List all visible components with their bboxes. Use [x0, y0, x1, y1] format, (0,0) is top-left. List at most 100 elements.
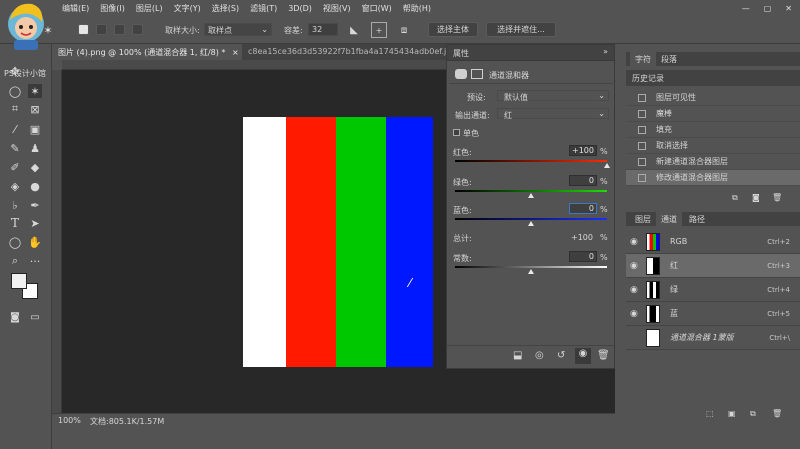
preset-dropdown[interactable]: 默认值 ⌄ [497, 90, 609, 102]
menu-help[interactable]: 帮助(H) [403, 3, 431, 14]
history-item[interactable]: 修改通道混合器图层 [626, 170, 800, 186]
dodge-tool-icon[interactable]: ♭ [8, 198, 22, 212]
minimize-icon[interactable]: — [742, 4, 750, 13]
patch-tool-icon[interactable]: ▣ [28, 122, 42, 136]
menu-type[interactable]: 文字(Y) [174, 3, 201, 14]
select-and-mask-button[interactable]: 选择并遮住... [486, 22, 556, 37]
delete-icon[interactable]: 🗑 [772, 409, 782, 418]
zoom-level[interactable]: 100% [58, 416, 81, 425]
anti-alias-icon[interactable]: ◣ [346, 22, 362, 38]
channel-row[interactable]: ◉ 红 Ctrl+3 [626, 254, 800, 278]
camera-icon[interactable]: ◙ [752, 193, 760, 202]
intersect-selection-icon[interactable] [132, 24, 143, 35]
frame-tool-icon[interactable]: ⊠ [28, 102, 42, 116]
close-icon[interactable]: ✕ [785, 4, 792, 13]
foreground-color-swatch[interactable] [11, 273, 27, 289]
lasso-tool-icon[interactable]: ◯ [8, 84, 22, 98]
menu-edit[interactable]: 编辑(E) [62, 3, 89, 14]
delete-icon[interactable]: 🗑 [597, 350, 610, 361]
menu-layer[interactable]: 图层(L) [136, 3, 163, 14]
save-selection-icon[interactable]: ▣ [728, 409, 736, 418]
channel-row[interactable]: ◉ 蓝 Ctrl+5 [626, 302, 800, 326]
eye-icon[interactable]: ◉ [630, 309, 642, 319]
zoom-tool-icon[interactable]: ⌕ [8, 254, 22, 268]
output-channel-dropdown[interactable]: 红 ⌄ [497, 108, 609, 120]
eraser-tool-icon[interactable]: ◆ [28, 160, 42, 174]
history-item[interactable]: 填充 [626, 122, 800, 138]
eye-icon[interactable]: ◉ [630, 285, 642, 295]
constant-slider-thumb[interactable] [528, 269, 534, 274]
red-slider-track[interactable] [455, 160, 607, 162]
history-item[interactable]: 取消选择 [626, 138, 800, 154]
green-slider-track[interactable] [455, 190, 607, 192]
maximize-icon[interactable]: ▢ [764, 4, 772, 13]
blue-slider-thumb[interactable] [528, 221, 534, 226]
document-size[interactable]: 文档:805.1K/1.57M [90, 416, 164, 427]
more-tools-icon[interactable]: ··· [28, 254, 42, 268]
constant-slider-track[interactable] [455, 266, 607, 268]
reset-icon[interactable]: ↺ [557, 350, 565, 361]
history-item[interactable]: 新建通道混合器图层 [626, 154, 800, 170]
tab-document-1[interactable]: 图片 (4).png @ 100% (通道混合器 1, 红/8) * × [52, 44, 242, 60]
select-subject-button[interactable]: 选择主体 [428, 22, 478, 37]
delete-icon[interactable]: 🗑 [772, 193, 782, 202]
history-item[interactable]: 图层可见性 [626, 90, 800, 106]
blue-input[interactable]: 0 [569, 203, 597, 214]
magic-wand-icon[interactable]: ✶ [28, 84, 42, 98]
mask-icon[interactable] [471, 69, 483, 79]
history-item[interactable]: 魔棒 [626, 106, 800, 122]
new-document-icon[interactable]: ⧉ [732, 193, 738, 203]
new-channel-icon[interactable]: ⧉ [750, 409, 756, 419]
crop-tool-icon[interactable]: ⌗ [8, 102, 22, 116]
close-icon[interactable]: × [232, 48, 239, 57]
tab-layers[interactable]: 图层 [630, 212, 656, 226]
history-brush-icon[interactable]: ✐ [8, 160, 22, 174]
sample-size-dropdown[interactable]: 取样点 ⌄ [204, 23, 272, 36]
document-canvas[interactable] [243, 117, 433, 367]
history-title[interactable]: 历史记录 [632, 73, 664, 84]
monochrome-checkbox[interactable] [453, 129, 460, 136]
menu-select[interactable]: 选择(S) [212, 3, 239, 14]
subtract-selection-icon[interactable] [114, 24, 125, 35]
menu-window[interactable]: 窗口(W) [362, 3, 392, 14]
constant-input[interactable]: 0 [569, 251, 597, 262]
type-tool-icon[interactable]: T [8, 216, 22, 230]
red-input[interactable]: +100 [569, 145, 597, 156]
hand-tool-icon[interactable]: ✋ [28, 235, 42, 249]
menu-image[interactable]: 图像(I) [100, 3, 125, 14]
view-previous-icon[interactable]: ◎ [535, 350, 544, 361]
pen-tool-icon[interactable]: ✒ [28, 198, 42, 212]
paint-bucket-icon[interactable]: ◈ [8, 179, 22, 193]
channel-row[interactable]: ◉ RGB Ctrl+2 [626, 230, 800, 254]
panel-collapse-icon[interactable]: » [603, 47, 608, 56]
tab-paragraph[interactable]: 段落 [656, 52, 682, 66]
menu-view[interactable]: 视图(V) [323, 3, 351, 14]
eye-icon[interactable]: ◉ [630, 261, 642, 271]
add-selection-icon[interactable] [96, 24, 107, 35]
tab-channels[interactable]: 通道 [656, 212, 682, 226]
channel-row[interactable]: 通道混合器 1蒙版 Ctrl+\ [626, 326, 800, 350]
menu-3d[interactable]: 3D(D) [288, 4, 312, 13]
visibility-icon[interactable]: ◉ [575, 348, 591, 364]
path-select-icon[interactable]: ➤ [28, 216, 42, 230]
contiguous-icon[interactable]: + [371, 22, 387, 38]
green-slider-thumb[interactable] [528, 193, 534, 198]
tolerance-input[interactable]: 32 [308, 23, 338, 36]
menu-filter[interactable]: 滤镜(T) [250, 3, 277, 14]
eyedropper-icon[interactable]: ⁄ [8, 122, 22, 136]
blue-slider-track[interactable] [455, 218, 607, 220]
screen-mode-icon[interactable]: ▭ [28, 310, 42, 324]
quick-mask-icon[interactable]: ◙ [8, 310, 22, 324]
channel-row[interactable]: ◉ 绿 Ctrl+4 [626, 278, 800, 302]
green-input[interactable]: 0 [569, 175, 597, 186]
clip-to-layer-icon[interactable]: ⬓ [513, 350, 522, 361]
tab-paths[interactable]: 路径 [684, 212, 710, 226]
brush-tool-icon[interactable]: ✎ [8, 141, 22, 155]
stamp-tool-icon[interactable]: ♟ [28, 141, 42, 155]
sample-all-layers-icon[interactable]: ⧈ [396, 22, 412, 38]
load-selection-icon[interactable]: ⬚ [706, 409, 714, 418]
blur-tool-icon[interactable]: ● [28, 179, 42, 193]
ellipse-tool-icon[interactable]: ◯ [8, 235, 22, 249]
tab-character[interactable]: 字符 [630, 52, 656, 66]
red-slider-thumb[interactable] [604, 163, 610, 168]
